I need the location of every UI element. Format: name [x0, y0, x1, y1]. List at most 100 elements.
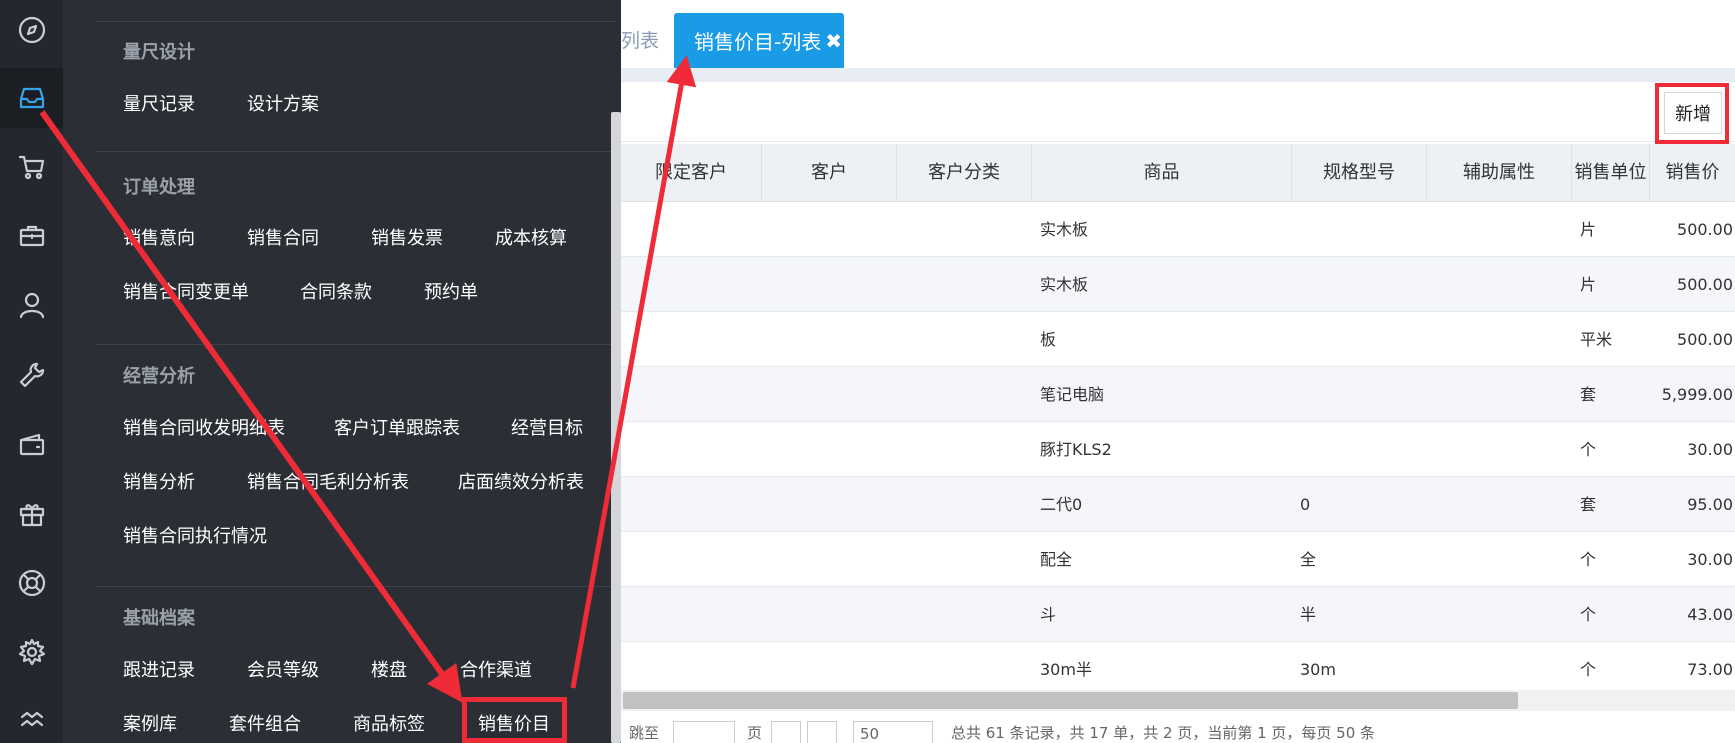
horizontal-scrollbar[interactable]	[621, 690, 1735, 711]
col-product[interactable]: 商品	[1032, 144, 1292, 202]
scrollbar-thumb[interactable]	[623, 692, 1518, 709]
cell-price: 500.00	[1677, 220, 1733, 239]
table-row[interactable]: 实木板 片 500.00	[621, 257, 1735, 312]
menu-item-follow-up[interactable]: 跟进记录	[123, 656, 195, 682]
briefcase-icon	[19, 225, 44, 247]
table-row[interactable]: 配全 全 个 30.00	[621, 532, 1735, 587]
cell-price: 30.00	[1687, 550, 1733, 569]
tab-strip	[621, 68, 1735, 82]
table-row[interactable]: 笔记电脑 套 5,999.00	[621, 367, 1735, 422]
cell-product: 配全	[1040, 550, 1073, 569]
menu-item-partner-channel[interactable]: 合作渠道	[460, 656, 532, 682]
col-unit[interactable]: 销售单位	[1572, 144, 1650, 202]
col-customer-category[interactable]: 客户分类	[897, 144, 1032, 202]
table-row[interactable]: 实木板 片 500.00	[621, 202, 1735, 257]
rail-gift[interactable]	[0, 484, 63, 544]
page-size-select[interactable]: 50	[853, 721, 933, 743]
rail-user[interactable]	[0, 275, 63, 335]
col-aux-attr[interactable]: 辅助属性	[1427, 144, 1572, 202]
cell-spec: 30m	[1300, 660, 1336, 679]
cell-price: 500.00	[1677, 275, 1733, 294]
menu-item-product-tags[interactable]: 商品标签	[353, 710, 425, 736]
cell-product: 笔记电脑	[1040, 385, 1105, 404]
add-button[interactable]: 新增	[1664, 92, 1722, 134]
cell-unit: 套	[1580, 495, 1597, 514]
menu-item-design-plan[interactable]: 设计方案	[247, 90, 319, 116]
cell-unit: 套	[1580, 385, 1597, 404]
section-title-master-data: 基础档案	[123, 608, 195, 629]
cell-product: 二代0	[1040, 495, 1083, 514]
menu-item-member-level[interactable]: 会员等级	[247, 656, 319, 682]
menu-item-contract-detail[interactable]: 销售合同收发明细表	[123, 414, 285, 440]
menu-item-cost-accounting[interactable]: 成本核算	[495, 224, 567, 250]
cell-product: 30m半	[1040, 660, 1092, 679]
menu-item-order-tracking[interactable]: 客户订单跟踪表	[334, 414, 460, 440]
rail-inbox[interactable]	[0, 68, 63, 128]
cell-price: 73.00	[1687, 660, 1733, 679]
cell-spec: 半	[1300, 605, 1317, 624]
table-row[interactable]: 豚打KLS2 个 30.00	[621, 422, 1735, 477]
menu-item-reservation[interactable]: 预约单	[424, 278, 478, 304]
table-header: 限定客户 客户 客户分类 商品 规格型号 辅助属性 销售单位 销售价	[621, 144, 1735, 202]
cell-unit: 个	[1580, 605, 1597, 624]
menu-item-sales-price-list[interactable]: 销售价目	[478, 710, 550, 736]
menu-item-sales-intent[interactable]: 销售意向	[123, 224, 195, 250]
menu-item-contract-change[interactable]: 销售合同变更单	[123, 278, 249, 304]
table-row[interactable]: 斗 半 个 43.00	[621, 587, 1735, 642]
menu-item-sales-analysis[interactable]: 销售分析	[123, 468, 195, 494]
section-title-analysis: 经营分析	[123, 366, 195, 387]
cell-unit: 个	[1580, 440, 1597, 459]
flyout-menu: 量尺设计 量尺记录 设计方案 订单处理 销售意向 销售合同 销售发票 成本核算 …	[63, 0, 621, 743]
lifebuoy-icon	[18, 569, 45, 597]
cell-unit: 片	[1580, 275, 1597, 294]
toolbar: 新增	[621, 82, 1735, 144]
menu-item-measure-record[interactable]: 量尺记录	[123, 90, 195, 116]
tab-previous[interactable]: 列表	[621, 26, 659, 53]
col-customer[interactable]: 客户	[762, 144, 897, 202]
menu-item-case-library[interactable]: 案例库	[123, 710, 177, 736]
tab-sales-price-list[interactable]: 销售价目-列表 ✖	[674, 13, 844, 68]
section-title-measure: 量尺设计	[123, 42, 195, 63]
menu-item-store-performance[interactable]: 店面绩效分析表	[458, 468, 584, 494]
menu-item-sales-invoice[interactable]: 销售发票	[371, 224, 443, 250]
table-row[interactable]: 二代0 0 套 95.00	[621, 477, 1735, 532]
last-page-button[interactable]	[807, 721, 837, 743]
table-body: 实木板片 500.00 实木板片 500.00 板平米 500.00 笔记电脑套 5,999.…	[621, 202, 1735, 690]
cell-product: 豚打KLS2	[1040, 440, 1112, 459]
rail-wallet[interactable]	[0, 415, 63, 475]
menu-item-sales-contract[interactable]: 销售合同	[247, 224, 319, 250]
menu-item-contract-execution[interactable]: 销售合同执行情况	[123, 522, 267, 548]
menu-item-property[interactable]: 楼盘	[371, 656, 407, 682]
cell-spec: 全	[1300, 550, 1317, 569]
wrench-icon	[19, 362, 44, 388]
rail-lifebuoy[interactable]	[0, 553, 63, 613]
menu-scrollbar[interactable]	[611, 112, 621, 743]
gear-icon	[18, 638, 45, 666]
table-row[interactable]: 30m半 30m 个 73.00	[621, 642, 1735, 690]
table-row[interactable]: 板 平米 500.00	[621, 312, 1735, 367]
col-restricted-customer[interactable]: 限定客户	[621, 144, 762, 202]
rail-wrench[interactable]	[0, 345, 63, 405]
close-icon[interactable]: ✖	[825, 29, 842, 53]
cell-product: 实木板	[1040, 220, 1089, 239]
col-price[interactable]: 销售价	[1650, 144, 1735, 202]
rail-cart[interactable]	[0, 137, 63, 197]
section-title-orders: 订单处理	[123, 177, 195, 198]
menu-item-kit-combo[interactable]: 套件组合	[229, 710, 301, 736]
rail-briefcase[interactable]	[0, 206, 63, 266]
cell-price: 30.00	[1687, 440, 1733, 459]
cell-spec	[1296, 422, 1426, 477]
cell-unit: 平米	[1580, 330, 1613, 349]
divider	[96, 344, 616, 345]
rail-collapse[interactable]	[0, 690, 63, 743]
divider	[96, 151, 616, 152]
cell-unit: 个	[1580, 550, 1597, 569]
next-page-button[interactable]	[771, 721, 801, 743]
menu-item-gross-profit[interactable]: 销售合同毛利分析表	[247, 468, 409, 494]
menu-item-contract-terms[interactable]: 合同条款	[300, 278, 372, 304]
page-input[interactable]	[673, 721, 735, 743]
rail-settings[interactable]	[0, 622, 63, 682]
menu-item-business-target[interactable]: 经营目标	[511, 414, 583, 440]
col-spec[interactable]: 规格型号	[1292, 144, 1427, 202]
rail-compass[interactable]	[0, 0, 63, 60]
